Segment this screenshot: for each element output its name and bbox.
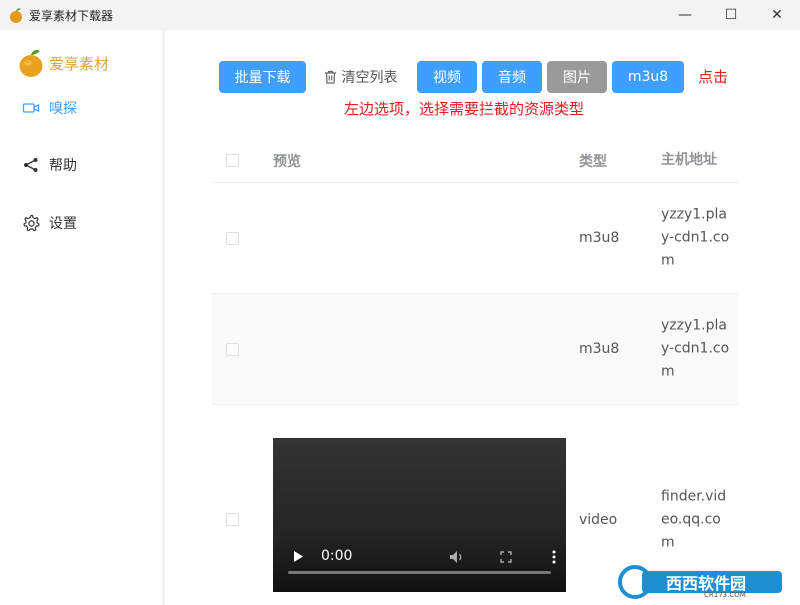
watermark: 西西软件园 CR173.COM [618,565,788,599]
row-host: finder.video.qq.com [661,488,727,550]
table-row: m3u8 yzzy1.play-cdn1.com [212,294,738,405]
fullscreen-icon[interactable] [500,551,512,563]
sidebar-item-sniff[interactable]: 嗅探 [22,98,77,118]
main-content: 批量下载 清空列表 视频 音频 图片 m3u8 点击 左边选项，选择需要拦截的资… [165,30,800,605]
window-title: 爱享素材下载器 [29,8,114,23]
batch-download-button[interactable]: 批量下载 [219,61,306,93]
orange-logo-icon [19,50,43,77]
sidebar-item-label: 设置 [49,216,77,232]
row-checkbox[interactable] [226,231,239,245]
more-options-icon[interactable] [552,550,556,564]
gear-icon [23,214,40,232]
select-type-hint: 左边选项，选择需要拦截的资源类型 [344,100,585,118]
video-time: 0:00 [321,548,353,564]
play-icon[interactable] [293,550,304,563]
trash-icon [324,70,336,84]
header-preview: 预览 [273,153,301,170]
select-all-checkbox[interactable] [226,154,239,167]
sidebar: 爱享素材 嗅探 帮助 设置 [0,30,162,605]
filter-video-button[interactable]: 视频 [417,61,477,93]
sidebar-item-label: 帮助 [49,158,77,174]
filter-m3u8-button[interactable]: m3u8 [612,61,684,93]
sidebar-item-settings[interactable]: 设置 [22,213,77,233]
sidebar-item-label: 嗅探 [49,101,77,117]
filter-audio-button[interactable]: 音频 [482,61,542,93]
table-header: 预览 类型 主机地址 [212,139,738,183]
sidebar-item-help[interactable]: 帮助 [22,155,77,175]
video-preview[interactable]: 0:00 [273,438,566,592]
header-type: 类型 [579,153,607,170]
table-row: m3u8 yzzy1.play-cdn1.com [212,183,738,294]
row-host: yzzy1.play-cdn1.com [661,206,730,269]
video-camera-icon [22,103,40,113]
volume-icon[interactable] [449,550,465,564]
row-type: m3u8 [579,230,620,246]
clear-list-label: 清空列表 [341,70,398,86]
row-host: yzzy1.play-cdn1.com [661,317,730,380]
minimize-button[interactable]: — [662,0,708,30]
title-bar: 爱享素材下载器 — ☐ ✕ [0,0,800,30]
click-hint: 点击 [698,68,729,86]
row-checkbox[interactable] [226,342,239,356]
toolbar: 批量下载 清空列表 视频 音频 图片 m3u8 [219,61,689,93]
video-controls: 0:00 [273,532,566,592]
row-checkbox[interactable] [226,513,239,526]
filter-image-button[interactable]: 图片 [547,61,607,93]
watermark-sub: CR173.COM [704,591,746,599]
maximize-button[interactable]: ☐ [708,0,754,30]
orange-logo-icon [10,8,22,23]
row-type: video [579,511,618,528]
video-progress-bar[interactable] [288,571,551,574]
header-host: 主机地址 [661,152,717,168]
close-button[interactable]: ✕ [754,0,800,30]
resource-table: 预览 类型 主机地址 m3u8 yzzy1.play-cdn1.com m3u8… [212,139,738,605]
logo-text: 爱享素材 [49,54,110,73]
clear-list-button[interactable]: 清空列表 [309,61,412,93]
share-icon [24,158,38,172]
app-logo: 爱享素材 [18,48,109,78]
row-type: m3u8 [579,341,620,357]
